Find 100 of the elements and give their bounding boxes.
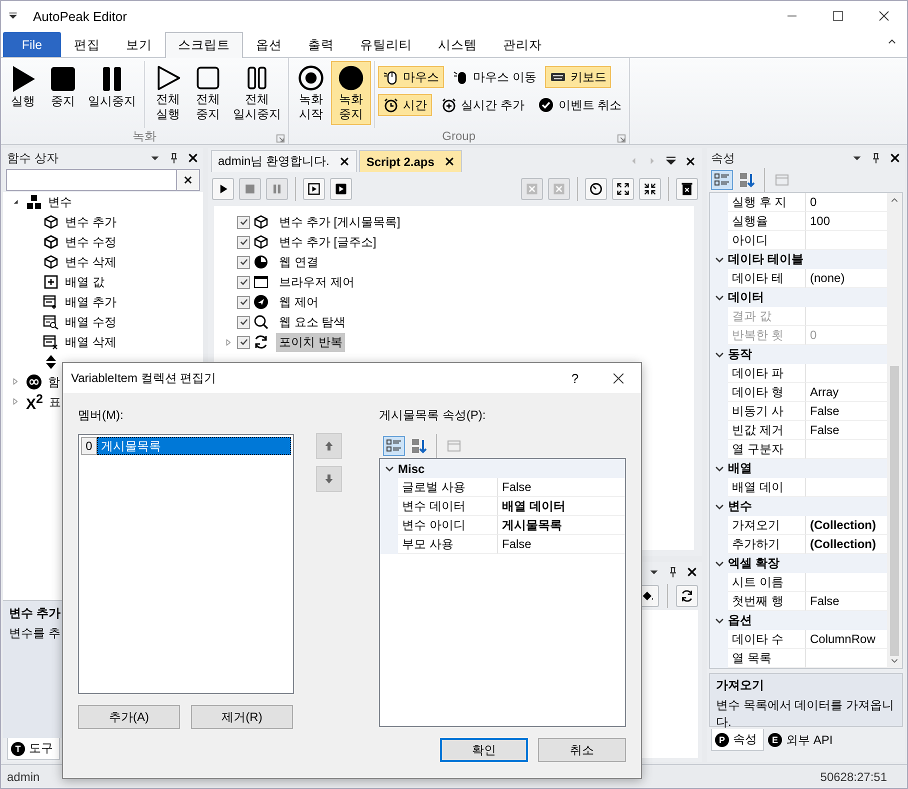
ribbon-tab[interactable]: 옵션 <box>243 32 295 57</box>
property-value[interactable]: (none) <box>810 271 845 285</box>
panel-tab[interactable]: T 도구 <box>7 738 60 760</box>
tree-item[interactable]: 변수 <box>48 194 72 210</box>
document-tab[interactable]: admin님 환영합니다. <box>211 150 358 172</box>
tree-item[interactable]: 함 <box>48 374 60 390</box>
ribbon-button[interactable]: 키보드 <box>545 66 612 88</box>
property-row[interactable]: 변수 데이터 배열 데이터 <box>380 497 625 516</box>
checkbox[interactable] <box>237 236 250 248</box>
category-row[interactable]: 엑셀 확장 <box>710 554 887 573</box>
ribbon-button[interactable]: 실시간 추가 <box>436 94 530 116</box>
tree-item[interactable]: 배열 수정 <box>65 314 116 330</box>
property-row[interactable]: 실행 후 지 0 <box>710 193 887 212</box>
property-row[interactable]: 열 목록 <box>710 649 887 668</box>
checkbox[interactable] <box>237 336 250 348</box>
script-step[interactable]: 변수 추가 [게시물목록] <box>276 212 404 232</box>
property-row[interactable]: 변수 아이디 게시물목록 <box>380 516 625 535</box>
property-value[interactable]: 게시물목록 <box>502 518 562 532</box>
add-button[interactable]: 추가(A) <box>78 705 180 729</box>
ribbon-button[interactable]: 녹화 시작 <box>291 61 331 125</box>
property-value[interactable]: False <box>502 480 532 494</box>
category-row[interactable]: Misc <box>380 459 625 478</box>
ribbon-tab[interactable]: 출력 <box>295 32 347 57</box>
tree-item[interactable]: 표 <box>48 394 61 410</box>
ribbon-button[interactable]: 일시중지 <box>83 61 141 125</box>
cancel-button[interactable]: 취소 <box>538 738 626 762</box>
property-row[interactable]: 부모 사용 False <box>380 535 625 554</box>
property-value[interactable]: ColumnRow <box>810 632 876 646</box>
script-step[interactable]: 브라우저 제어 <box>276 272 358 292</box>
ribbon-tab[interactable]: 편집 <box>61 32 113 57</box>
checkbox[interactable] <box>237 296 250 308</box>
property-value[interactable]: (Collection) <box>810 537 876 551</box>
property-value[interactable]: False <box>810 404 840 418</box>
property-value[interactable]: 배열 데이터 <box>502 499 566 513</box>
move-down-button[interactable] <box>316 466 342 492</box>
property-row[interactable]: 데이타 수 ColumnRow <box>710 630 887 649</box>
help-button[interactable]: ? <box>555 370 595 386</box>
script-step[interactable]: 웹 연결 <box>276 252 322 272</box>
property-value[interactable]: Array <box>810 385 839 399</box>
panel-tab[interactable]: P 속성 <box>711 729 764 751</box>
ribbon-tab[interactable]: 보기 <box>113 32 165 57</box>
category-row[interactable]: 데이타 테이블 <box>710 250 887 269</box>
checkbox[interactable] <box>237 256 250 268</box>
category-row[interactable]: 배열 <box>710 459 887 478</box>
property-value[interactable]: 100 <box>810 214 830 228</box>
document-tab[interactable]: Script 2.aps <box>359 150 462 172</box>
ok-button[interactable]: 확인 <box>440 738 528 762</box>
property-row[interactable]: 비동기 사 False <box>710 402 887 421</box>
script-step[interactable]: 웹 요소 탐색 <box>276 312 349 332</box>
tree-item[interactable]: 변수 삭제 <box>65 254 116 270</box>
ribbon-button[interactable]: 전체 중지 <box>188 61 228 125</box>
toolbar-button[interactable] <box>303 178 325 200</box>
property-row[interactable]: 실행율 100 <box>710 212 887 231</box>
toolbar-button[interactable] <box>676 585 698 607</box>
property-value[interactable]: 0 <box>810 195 817 209</box>
toolbar-button[interactable] <box>212 178 234 200</box>
categorized-button[interactable] <box>383 436 405 456</box>
property-value[interactable]: False <box>502 537 532 551</box>
property-row[interactable]: 데이타 형 Array <box>710 383 887 402</box>
move-up-button[interactable] <box>316 433 342 459</box>
ribbon-button[interactable]: 전체 일시중지 <box>228 61 286 125</box>
toolbar-button[interactable] <box>639 178 661 200</box>
toolbar-button[interactable] <box>612 178 634 200</box>
checkbox[interactable] <box>237 276 250 288</box>
property-row[interactable]: 데이타 파 <box>710 364 887 383</box>
ribbon-tab[interactable]: 관리자 <box>490 32 555 57</box>
tree-item[interactable]: 변수 추가 <box>65 214 116 230</box>
ribbon-button[interactable]: 녹화 중지 <box>331 61 371 125</box>
ribbon-button[interactable]: 실행 <box>3 61 43 125</box>
toolbar-button[interactable] <box>676 178 698 200</box>
ribbon-button[interactable]: 마우스 <box>378 66 444 88</box>
property-row[interactable]: 글로벌 사용 False <box>380 478 625 497</box>
ribbon-button[interactable]: 전체 실행 <box>148 61 188 125</box>
file-menu-button[interactable]: File <box>3 32 61 57</box>
script-step[interactable]: 웹 제어 <box>276 292 322 312</box>
checkbox[interactable] <box>237 216 250 228</box>
toolbar-button[interactable] <box>330 178 352 200</box>
property-row[interactable]: 빈값 제거 False <box>710 421 887 440</box>
ribbon-button[interactable]: 이벤트 취소 <box>533 94 627 116</box>
script-step[interactable]: 포이치 반복 <box>276 332 346 352</box>
category-row[interactable]: 변수 <box>710 497 887 516</box>
category-row[interactable]: 데이터 <box>710 288 887 307</box>
script-step[interactable]: 변수 추가 [글주소] <box>276 232 380 252</box>
tree-item[interactable]: 변수 수정 <box>65 234 116 250</box>
member-item[interactable]: 게시물목록 <box>97 437 291 455</box>
search-field[interactable] <box>6 169 177 191</box>
tree-item[interactable]: 배열 추가 <box>65 294 116 310</box>
remove-button[interactable]: 제거(R) <box>191 705 293 729</box>
tree-item[interactable]: 배열 값 <box>65 274 104 290</box>
property-row[interactable]: 가져오기 (Collection) <box>710 516 887 535</box>
categorized-button[interactable] <box>711 170 733 190</box>
ribbon-tab[interactable]: 시스템 <box>425 32 490 57</box>
ribbon-button[interactable]: 시간 <box>378 94 432 116</box>
scrollbar[interactable] <box>887 193 902 668</box>
property-row[interactable]: 시트 이름 <box>710 573 887 592</box>
property-value[interactable]: False <box>810 594 840 608</box>
member-list[interactable]: 0 게시물목록 <box>78 434 294 694</box>
category-row[interactable]: 옵션 <box>710 611 887 630</box>
ribbon-button[interactable]: 중지 <box>43 61 83 125</box>
checkbox[interactable] <box>237 316 250 328</box>
